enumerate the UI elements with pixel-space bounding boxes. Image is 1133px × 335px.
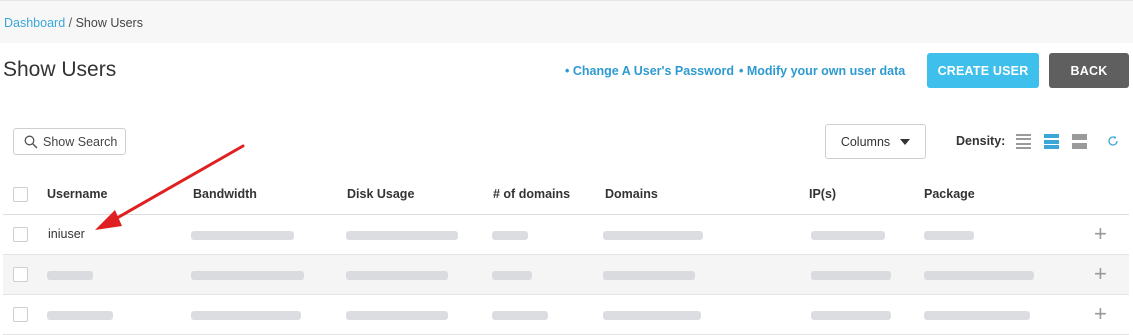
header-bandwidth[interactable]: Bandwidth — [193, 187, 257, 201]
row-checkbox[interactable] — [13, 307, 28, 322]
redacted-bandwidth — [191, 311, 301, 320]
redacted-package — [924, 311, 1030, 320]
redacted-ips — [811, 231, 885, 240]
redacted-bandwidth — [191, 231, 294, 240]
redacted-username — [47, 311, 113, 320]
density-label: Density: — [956, 134, 1006, 148]
header-num-domains[interactable]: # of domains — [493, 187, 570, 201]
create-user-button[interactable]: CREATE USER — [927, 53, 1039, 88]
table-row[interactable]: + — [3, 295, 1129, 335]
table-row[interactable]: iniuser + — [3, 215, 1129, 255]
refresh-icon[interactable] — [1107, 135, 1119, 147]
header-package[interactable]: Package — [924, 187, 975, 201]
redacted-username — [47, 271, 93, 280]
page-title: Show Users — [3, 58, 117, 81]
modify-user-data-link[interactable]: • Modify your own user data — [739, 64, 905, 78]
columns-button[interactable]: Columns — [825, 124, 926, 159]
density-comfortable-icon[interactable] — [1072, 134, 1087, 149]
table-header: Username Bandwidth Disk Usage # of domai… — [3, 174, 1129, 215]
change-password-link[interactable]: • Change A User's Password — [565, 64, 734, 78]
row-checkbox[interactable] — [13, 267, 28, 282]
redacted-num-domains — [492, 311, 548, 320]
density-compact-icon[interactable] — [1016, 134, 1031, 149]
search-icon — [24, 135, 38, 148]
caret-down-icon — [900, 138, 911, 145]
redacted-disk-usage — [346, 311, 448, 320]
expand-row-plus-icon[interactable]: + — [1094, 263, 1107, 285]
redacted-package — [924, 231, 974, 240]
row-checkbox[interactable] — [13, 227, 28, 242]
header-disk-usage[interactable]: Disk Usage — [347, 187, 414, 201]
density-normal-icon[interactable] — [1044, 134, 1059, 149]
breadcrumb-dashboard-link[interactable]: Dashboard — [4, 16, 65, 30]
redacted-num-domains — [492, 271, 532, 280]
redacted-bandwidth — [191, 271, 304, 280]
columns-label: Columns — [840, 134, 891, 149]
select-all-checkbox[interactable] — [13, 187, 28, 202]
header-ips[interactable]: IP(s) — [809, 187, 836, 201]
header-domains[interactable]: Domains — [605, 187, 658, 201]
header-username[interactable]: Username — [47, 187, 107, 201]
redacted-disk-usage — [346, 231, 458, 240]
redacted-disk-usage — [346, 271, 448, 280]
redacted-domains — [603, 231, 703, 240]
show-search-button[interactable]: Show Search — [13, 128, 126, 155]
redacted-domains — [603, 271, 695, 280]
breadcrumb-separator: / — [65, 16, 76, 30]
redacted-domains — [603, 311, 701, 320]
redacted-ips — [811, 311, 891, 320]
back-button[interactable]: BACK — [1049, 53, 1129, 88]
expand-row-plus-icon[interactable]: + — [1094, 223, 1107, 245]
show-search-label: Show Search — [43, 134, 118, 149]
expand-row-plus-icon[interactable]: + — [1094, 303, 1107, 325]
redacted-num-domains — [492, 231, 528, 240]
top-bar: Dashboard / Show Users — [0, 0, 1133, 43]
redacted-package — [924, 271, 1034, 280]
breadcrumb: Dashboard / Show Users — [4, 16, 143, 30]
redacted-ips — [811, 271, 891, 280]
breadcrumb-current: Show Users — [75, 16, 143, 30]
table-row[interactable]: + — [3, 255, 1129, 295]
username-cell[interactable]: iniuser — [48, 227, 85, 241]
